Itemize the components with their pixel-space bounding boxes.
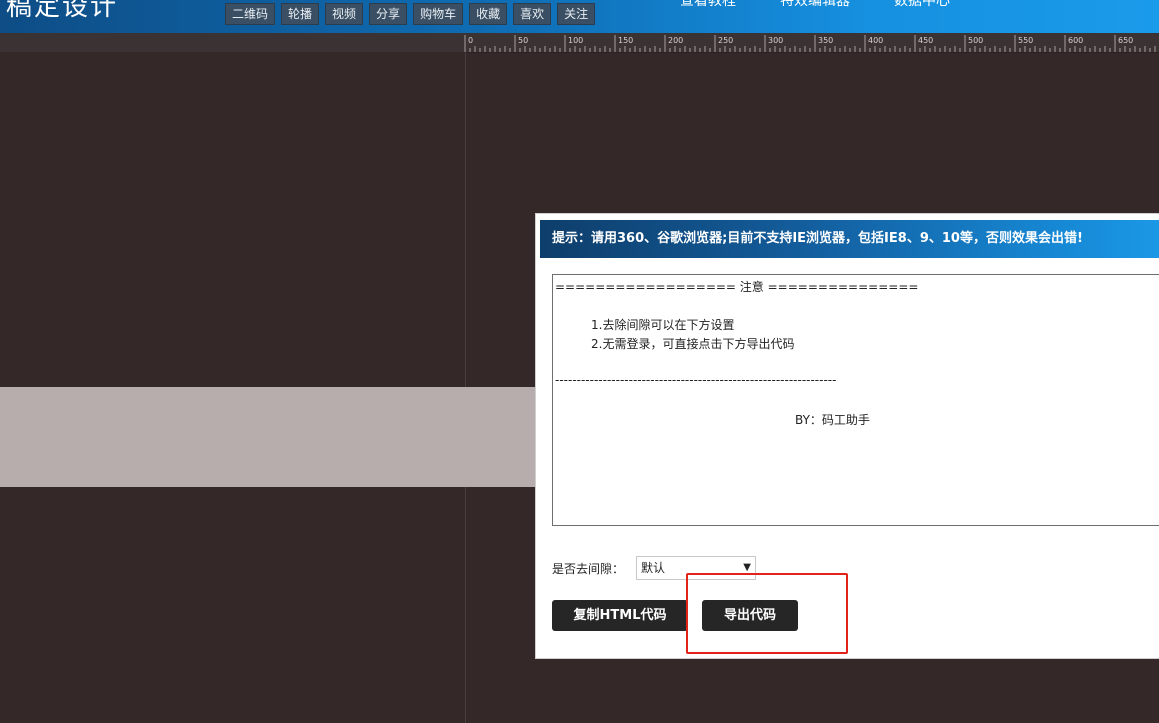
logo[interactable]: 稿定设计 — [6, 0, 118, 23]
ruler-label: 200 — [668, 36, 683, 45]
tool-favorite-button[interactable]: 收藏 — [469, 3, 508, 25]
highlight-box — [686, 573, 848, 654]
ruler-label: 100 — [568, 36, 583, 45]
gap-select-value: 默认 — [641, 561, 666, 575]
ruler-corner — [0, 33, 464, 52]
gap-label: 是否去间隙： — [552, 562, 625, 576]
ruler-label: 0 — [468, 36, 473, 45]
ruler-label: 450 — [918, 36, 933, 45]
ruler-label: 300 — [768, 36, 783, 45]
notice-line-2: 2.无需登录，可直接点击下方导出代码 — [591, 337, 795, 351]
top-header: 稿定设计 二维码 轮播 视频 分享 购物车 收藏 喜欢 关注 查看教程 特效编辑… — [0, 0, 1159, 33]
tool-video-button[interactable]: 视频 — [325, 3, 364, 25]
ruler-label: 50 — [518, 36, 528, 45]
ruler-label: 650 — [1118, 36, 1133, 45]
nav-data-center-link[interactable]: 数据中心 — [894, 0, 950, 10]
ruler-label: 400 — [868, 36, 883, 45]
tool-qrcode-button[interactable]: 二维码 — [225, 3, 276, 25]
tool-like-button[interactable]: 喜欢 — [513, 3, 552, 25]
ruler-label: 250 — [718, 36, 733, 45]
notice-header: ================== 注意 =============== — [555, 280, 919, 294]
ruler-label: 550 — [1018, 36, 1033, 45]
tool-follow-button[interactable]: 关注 — [557, 3, 596, 25]
ruler-label: 600 — [1068, 36, 1083, 45]
tool-cart-button[interactable]: 购物车 — [413, 3, 464, 25]
notice-line-1: 1.去除间隙可以在下方设置 — [591, 318, 735, 332]
copy-html-button[interactable]: 复制HTML代码 — [552, 600, 688, 631]
ruler-ticks: 0 50 100 150 200 250 300 350 400 450 500 550 600 650 — [464, 35, 1156, 52]
tool-carousel-button[interactable]: 轮播 — [281, 3, 320, 25]
notice-divider: ----------------------------------------… — [555, 373, 837, 387]
top-nav: 查看教程 特效编辑器 数据中心 — [680, 0, 950, 10]
notice-textarea[interactable]: ================== 注意 =============== 1.… — [552, 274, 1159, 526]
ruler-label: 500 — [968, 36, 983, 45]
horizontal-ruler: 0 50 100 150 200 250 300 350 400 450 500 550 600 650 — [464, 33, 1159, 53]
component-toolbar: 二维码 轮播 视频 分享 购物车 收藏 喜欢 关注 — [225, 3, 596, 25]
notice-author: BY：码工助手 — [795, 413, 870, 427]
tool-share-button[interactable]: 分享 — [369, 3, 408, 25]
ruler-label: 350 — [818, 36, 833, 45]
nav-tutorial-link[interactable]: 查看教程 — [680, 0, 736, 10]
nav-effects-editor-link[interactable]: 特效编辑器 — [780, 0, 850, 10]
browser-tip: 提示：请用360、谷歌浏览器;目前不支持IE浏览器，包括IE8、9、10等，否则… — [540, 220, 1159, 258]
canvas-image-placeholder[interactable] — [0, 387, 540, 487]
ruler-label: 150 — [618, 36, 633, 45]
